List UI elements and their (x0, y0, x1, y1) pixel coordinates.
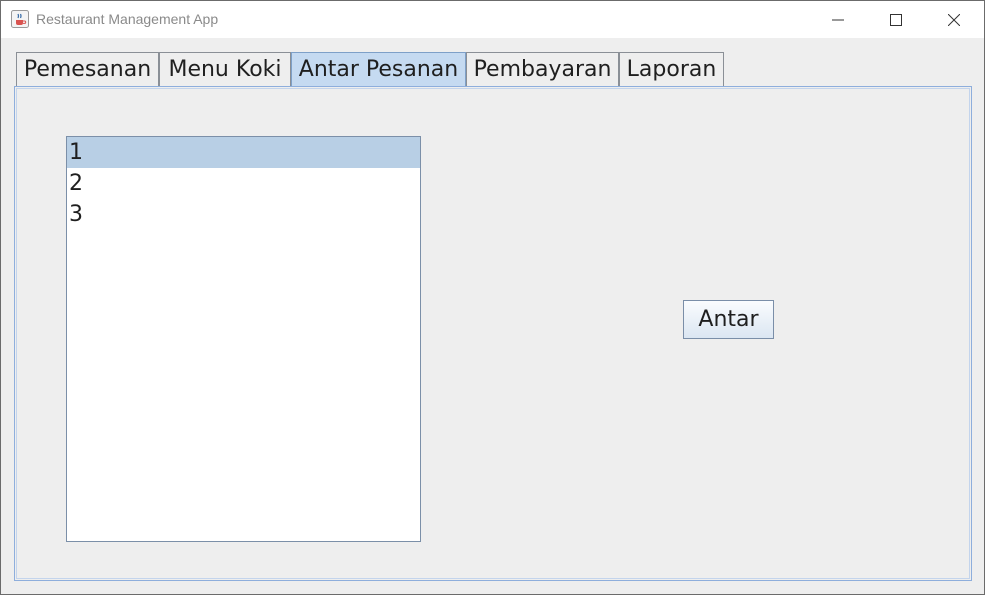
maximize-button[interactable] (867, 1, 925, 38)
tab-menu-koki[interactable]: Menu Koki (159, 52, 291, 86)
antar-button[interactable]: Antar (683, 300, 774, 339)
list-item[interactable]: 3 (67, 199, 420, 230)
maximize-icon (890, 13, 902, 26)
window-title: Restaurant Management App (36, 11, 219, 27)
app-window: Restaurant Management App Pemesanan Menu… (0, 0, 985, 595)
tab-pembayaran[interactable]: Pembayaran (466, 52, 619, 86)
java-cup-icon (11, 10, 29, 28)
tab-antar-pesanan[interactable]: Antar Pesanan (291, 52, 466, 86)
close-button[interactable] (925, 1, 983, 38)
tab-pemesanan[interactable]: Pemesanan (16, 52, 159, 86)
order-list[interactable]: 1 2 3 (66, 136, 421, 542)
tab-laporan[interactable]: Laporan (619, 52, 724, 86)
list-item[interactable]: 2 (67, 168, 420, 199)
close-icon (948, 13, 960, 26)
minimize-icon (832, 19, 844, 20)
minimize-button[interactable] (809, 1, 867, 38)
list-item[interactable]: 1 (67, 137, 420, 168)
title-bar[interactable]: Restaurant Management App (1, 1, 984, 38)
